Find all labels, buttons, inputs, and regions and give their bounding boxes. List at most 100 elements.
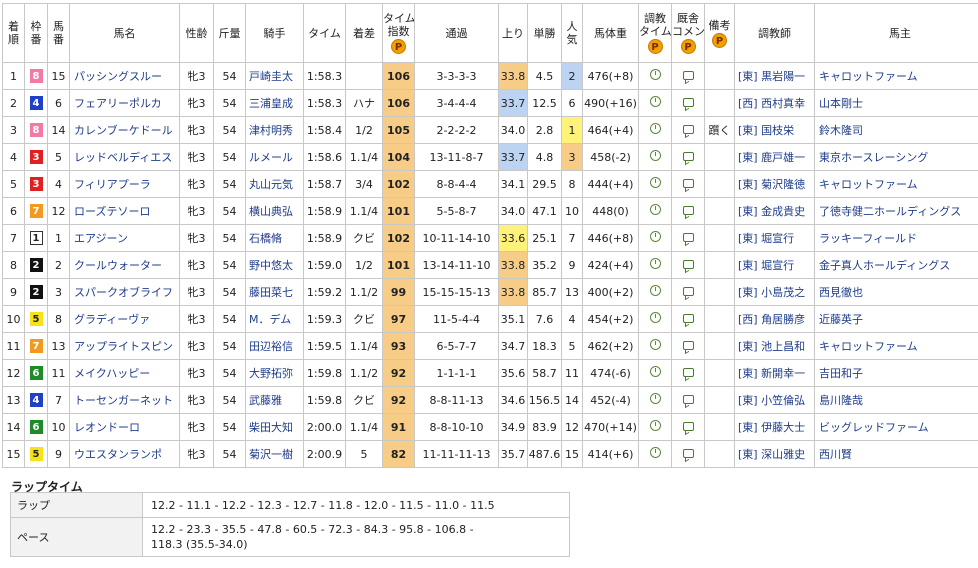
clock-icon[interactable]: [649, 231, 661, 242]
horse-name-link[interactable]: フェアリーポルカ: [69, 89, 180, 117]
header-sex-age[interactable]: 性齢: [179, 3, 214, 63]
training-time-cell[interactable]: [638, 62, 672, 90]
horse-name-link[interactable]: クールウォーター: [69, 251, 180, 279]
speech-bubble-icon[interactable]: [682, 97, 694, 107]
owner-link[interactable]: 西見徹也: [814, 278, 978, 306]
header-popularity[interactable]: 人気: [561, 3, 583, 63]
owner-link[interactable]: 金子真人ホールディングス: [814, 251, 978, 279]
trainer-link[interactable]: [東] 伊藤大士: [734, 413, 815, 441]
trainer-link[interactable]: [東] 堀宣行: [734, 251, 815, 279]
jockey-link[interactable]: 田辺裕信: [245, 332, 304, 360]
header-time-index[interactable]: タイム 指数 P: [382, 3, 415, 63]
training-time-cell[interactable]: [638, 359, 672, 387]
owner-link[interactable]: キャロットファーム: [814, 170, 978, 198]
owner-link[interactable]: キャロットファーム: [814, 332, 978, 360]
trainer-link[interactable]: [西] 西村真幸: [734, 89, 815, 117]
trainer-link[interactable]: [西] 角居勝彦: [734, 305, 815, 333]
clock-icon[interactable]: [649, 420, 661, 431]
stable-comment-cell[interactable]: [671, 278, 705, 306]
owner-link[interactable]: ビッグレッドファーム: [814, 413, 978, 441]
owner-link[interactable]: 吉田和子: [814, 359, 978, 387]
owner-link[interactable]: 鈴木隆司: [814, 116, 978, 144]
jockey-link[interactable]: M．デム: [245, 305, 304, 333]
trainer-link[interactable]: [東] 新開幸一: [734, 359, 815, 387]
header-odds[interactable]: 単勝: [527, 3, 562, 63]
owner-link[interactable]: 山本剛士: [814, 89, 978, 117]
speech-bubble-icon[interactable]: [682, 286, 694, 296]
speech-bubble-icon[interactable]: [682, 313, 694, 323]
jockey-link[interactable]: ルメール: [245, 143, 304, 171]
trainer-link[interactable]: [東] 鹿戸雄一: [734, 143, 815, 171]
stable-comment-cell[interactable]: [671, 116, 705, 144]
stable-comment-cell[interactable]: [671, 386, 705, 414]
horse-name-link[interactable]: アップライトスピン: [69, 332, 180, 360]
stable-comment-cell[interactable]: [671, 332, 705, 360]
speech-bubble-icon[interactable]: [682, 340, 694, 350]
header-body-weight[interactable]: 馬体重: [582, 3, 639, 63]
clock-icon[interactable]: [649, 366, 661, 377]
horse-name-link[interactable]: エアジーン: [69, 224, 180, 252]
training-time-cell[interactable]: [638, 89, 672, 117]
trainer-link[interactable]: [東] 小島茂之: [734, 278, 815, 306]
training-time-cell[interactable]: [638, 386, 672, 414]
clock-icon[interactable]: [649, 285, 661, 296]
horse-name-link[interactable]: トーセンガーネット: [69, 386, 180, 414]
training-time-cell[interactable]: [638, 224, 672, 252]
owner-link[interactable]: 近藤英子: [814, 305, 978, 333]
clock-icon[interactable]: [649, 69, 661, 80]
stable-comment-cell[interactable]: [671, 170, 705, 198]
horse-name-link[interactable]: レオンドーロ: [69, 413, 180, 441]
header-umaban[interactable]: 馬番: [47, 3, 70, 63]
speech-bubble-icon[interactable]: [682, 205, 694, 215]
owner-link[interactable]: ラッキーフィールド: [814, 224, 978, 252]
jockey-link[interactable]: 藤田菜七: [245, 278, 304, 306]
clock-icon[interactable]: [649, 177, 661, 188]
jockey-link[interactable]: 武藤雅: [245, 386, 304, 414]
owner-link[interactable]: 東京ホースレーシング: [814, 143, 978, 171]
jockey-link[interactable]: 柴田大知: [245, 413, 304, 441]
header-horse-name[interactable]: 馬名: [69, 3, 180, 63]
training-time-cell[interactable]: [638, 170, 672, 198]
header-rank[interactable]: 着順: [2, 3, 25, 63]
jockey-link[interactable]: 津村明秀: [245, 116, 304, 144]
speech-bubble-icon[interactable]: [682, 232, 694, 242]
horse-name-link[interactable]: スパークオブライフ: [69, 278, 180, 306]
trainer-link[interactable]: [東] 小笠倫弘: [734, 386, 815, 414]
clock-icon[interactable]: [649, 447, 661, 458]
stable-comment-cell[interactable]: [671, 251, 705, 279]
horse-name-link[interactable]: グラディーヴァ: [69, 305, 180, 333]
training-time-cell[interactable]: [638, 332, 672, 360]
stable-comment-cell[interactable]: [671, 143, 705, 171]
header-margin[interactable]: 着差: [345, 3, 383, 63]
jockey-link[interactable]: 戸崎圭太: [245, 62, 304, 90]
stable-comment-cell[interactable]: [671, 89, 705, 117]
speech-bubble-icon[interactable]: [682, 124, 694, 134]
trainer-link[interactable]: [東] 池上昌和: [734, 332, 815, 360]
speech-bubble-icon[interactable]: [682, 151, 694, 161]
header-weight[interactable]: 斤量: [213, 3, 246, 63]
trainer-link[interactable]: [東] 深山雅史: [734, 440, 815, 468]
stable-comment-cell[interactable]: [671, 359, 705, 387]
owner-link[interactable]: 島川隆哉: [814, 386, 978, 414]
owner-link[interactable]: 西川賢: [814, 440, 978, 468]
training-time-cell[interactable]: [638, 197, 672, 225]
clock-icon[interactable]: [649, 258, 661, 269]
header-last3f[interactable]: 上り: [498, 3, 528, 63]
jockey-link[interactable]: 丸山元気: [245, 170, 304, 198]
horse-name-link[interactable]: パッシングスルー: [69, 62, 180, 90]
trainer-link[interactable]: [東] 国枝栄: [734, 116, 815, 144]
clock-icon[interactable]: [649, 96, 661, 107]
clock-icon[interactable]: [649, 312, 661, 323]
stable-comment-cell[interactable]: [671, 305, 705, 333]
jockey-link[interactable]: 野中悠太: [245, 251, 304, 279]
header-stable-comment[interactable]: 厩舎コメントP: [671, 3, 705, 63]
trainer-link[interactable]: [東] 菊沢隆徳: [734, 170, 815, 198]
trainer-link[interactable]: [東] 金成貴史: [734, 197, 815, 225]
speech-bubble-icon[interactable]: [682, 448, 694, 458]
header-jockey[interactable]: 騎手: [245, 3, 304, 63]
training-time-cell[interactable]: [638, 413, 672, 441]
trainer-link[interactable]: [東] 堀宣行: [734, 224, 815, 252]
training-time-cell[interactable]: [638, 116, 672, 144]
header-note[interactable]: 備考 P: [704, 3, 735, 63]
trainer-link[interactable]: [東] 黒岩陽一: [734, 62, 815, 90]
